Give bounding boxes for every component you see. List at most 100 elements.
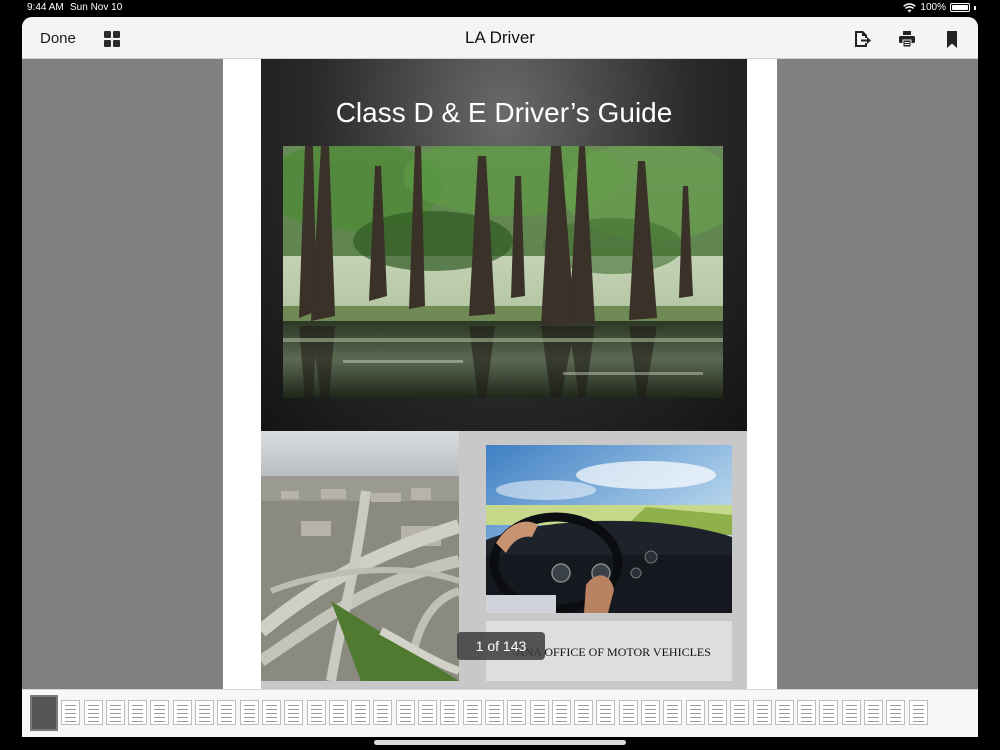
- page-thumbnail[interactable]: [395, 700, 415, 725]
- thumbnail-line: [199, 713, 211, 714]
- page-thumbnail[interactable]: [707, 700, 727, 725]
- thumbnail-line: [377, 713, 389, 714]
- thumbnail-line: [578, 721, 590, 722]
- thumbnail-line: [555, 709, 567, 710]
- thumbnail-line: [176, 709, 188, 710]
- page-thumbnail[interactable]: [61, 700, 81, 725]
- page-thumbnail[interactable]: [239, 700, 259, 725]
- thumbnail-line: [778, 709, 790, 710]
- thumbnail-line: [734, 705, 746, 706]
- thumbnail-line: [154, 713, 166, 714]
- page-thumbnail[interactable]: [618, 700, 638, 725]
- page-thumbnail[interactable]: [195, 700, 215, 725]
- thumbnail-line: [288, 709, 300, 710]
- page-thumbnail[interactable]: [663, 700, 683, 725]
- thumbnail-line: [734, 713, 746, 714]
- thumbnail-line: [310, 713, 322, 714]
- page-thumbnail[interactable]: [261, 700, 281, 725]
- page-thumbnail[interactable]: [484, 700, 504, 725]
- thumbnail-line: [801, 709, 813, 710]
- thumbnail-line: [689, 713, 701, 714]
- thumbnail-line: [801, 717, 813, 718]
- page-thumbnail[interactable]: [217, 700, 237, 725]
- page-thumbnail[interactable]: [529, 700, 549, 725]
- page-thumbnail[interactable]: [841, 700, 861, 725]
- page-thumbnail[interactable]: [886, 700, 906, 725]
- pdf-page[interactable]: Class D & E Driver’s Guide ANA OFFICE OF…: [223, 59, 777, 690]
- thumbnail-line: [422, 721, 434, 722]
- battery-percent: 100%: [920, 2, 946, 13]
- thumbnail-line: [332, 721, 344, 722]
- page-thumbnail[interactable]: [752, 700, 772, 725]
- thumbnail-line: [154, 705, 166, 706]
- thumbnail-line: [399, 717, 411, 718]
- page-thumbnail[interactable]: [440, 700, 460, 725]
- share-icon[interactable]: [852, 29, 872, 49]
- thumbnail-line: [689, 717, 701, 718]
- thumbnail-line: [444, 705, 456, 706]
- page-counter: 1 of 143: [457, 632, 545, 660]
- thumbnail-line: [890, 705, 902, 706]
- thumbnail-line: [667, 721, 679, 722]
- thumbnail-line: [399, 713, 411, 714]
- thumbnail-line: [87, 709, 99, 710]
- thumbnail-line: [310, 717, 322, 718]
- thumbnail-line: [867, 713, 879, 714]
- thumbnail-line: [912, 717, 924, 718]
- page-thumbnail[interactable]: [774, 700, 794, 725]
- page-thumbnail[interactable]: [596, 700, 616, 725]
- page-thumbnail[interactable]: [128, 700, 148, 725]
- thumbnail-line: [176, 713, 188, 714]
- page-thumbnail[interactable]: [328, 700, 348, 725]
- page-thumbnail[interactable]: [172, 700, 192, 725]
- thumbnail-line: [645, 709, 657, 710]
- page-thumbnail[interactable]: [373, 700, 393, 725]
- thumbnail-line: [355, 721, 367, 722]
- page-thumbnail[interactable]: [83, 700, 103, 725]
- page-thumbnail[interactable]: [863, 700, 883, 725]
- thumbnail-line: [823, 705, 835, 706]
- page-thumbnail[interactable]: [418, 700, 438, 725]
- page-thumbnail[interactable]: [507, 700, 527, 725]
- page-thumbnail[interactable]: [685, 700, 705, 725]
- page-thumbnail[interactable]: [150, 700, 170, 725]
- driving-photo: [486, 445, 732, 613]
- thumbnail-line: [332, 713, 344, 714]
- bookmark-icon[interactable]: [942, 29, 962, 49]
- page-thumbnail[interactable]: [730, 700, 750, 725]
- battery-tip: [974, 5, 976, 10]
- thumbnail-line: [199, 705, 211, 706]
- thumbnail-line: [645, 717, 657, 718]
- thumbnail-line: [288, 713, 300, 714]
- page-thumbnail[interactable]: [641, 700, 661, 725]
- thumbnail-strip[interactable]: [22, 689, 978, 737]
- thumbnail-line: [332, 705, 344, 706]
- cover-header: Class D & E Driver’s Guide: [261, 59, 747, 431]
- thumbnail-line: [65, 705, 77, 706]
- page-thumbnail[interactable]: [797, 700, 817, 725]
- thumbnail-line: [265, 709, 277, 710]
- page-thumbnail[interactable]: [819, 700, 839, 725]
- thumbnail-line: [711, 717, 723, 718]
- thumbnail-line: [109, 717, 121, 718]
- thumbnail-line: [867, 709, 879, 710]
- page-thumbnail[interactable]: [462, 700, 482, 725]
- print-icon[interactable]: [897, 29, 917, 49]
- page-thumbnail[interactable]: [551, 700, 571, 725]
- page-thumbnail[interactable]: [908, 700, 928, 725]
- pdf-viewer: Done LA Driver Class D & E Driver’s Guid…: [22, 17, 978, 737]
- home-indicator[interactable]: [374, 740, 626, 745]
- page-thumbnail[interactable]: [105, 700, 125, 725]
- thumbnail-line: [533, 717, 545, 718]
- page-thumbnail[interactable]: [30, 695, 58, 731]
- thumbnail-line: [711, 709, 723, 710]
- page-thumbnail[interactable]: [284, 700, 304, 725]
- thumbnail-line: [444, 721, 456, 722]
- thumbnail-line: [488, 709, 500, 710]
- thumbnail-line: [87, 705, 99, 706]
- thumbnail-line: [488, 717, 500, 718]
- page-thumbnail[interactable]: [351, 700, 371, 725]
- page-thumbnail[interactable]: [306, 700, 326, 725]
- page-thumbnail[interactable]: [574, 700, 594, 725]
- thumbnail-line: [243, 713, 255, 714]
